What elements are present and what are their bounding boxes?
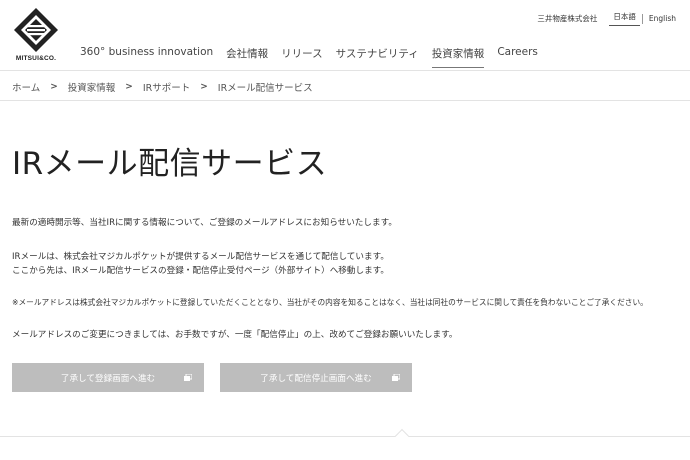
register-button-label: 了承して登録画面へ進む	[60, 373, 156, 384]
nav-item-investors[interactable]: 投資家情報	[431, 46, 485, 68]
service-text-line2: ここから先は、IRメール配信サービスの登録・配信停止受付ページ（外部サイト）へ移…	[12, 266, 390, 276]
breadcrumb: ホーム > 投資家情報 > IRサポート > IRメール配信サービス	[12, 80, 313, 94]
disclaimer-note: ※メールアドレスは株式会社マジカルポケットに登録していただくこととなり、当社がそ…	[12, 298, 648, 307]
utility-nav: 三井物産株式会社 日本語 English	[537, 11, 680, 26]
header-divider	[0, 70, 690, 71]
global-nav: 360° business innovation 会社情報 リリース サステナビ…	[80, 46, 551, 68]
breadcrumb-divider	[0, 100, 690, 101]
logo-text: MITSUI&CO.	[15, 55, 57, 62]
mitsui-logo[interactable]: MITSUI&CO.	[12, 6, 60, 64]
breadcrumb-home[interactable]: ホーム	[12, 80, 40, 94]
breadcrumb-investors[interactable]: 投資家情報	[68, 80, 116, 94]
external-link-icon	[184, 374, 192, 381]
lang-english[interactable]: English	[645, 14, 680, 23]
unsubscribe-button-label: 了承して配信停止画面へ進む	[260, 373, 372, 384]
nav-item-careers[interactable]: Careers	[497, 46, 538, 68]
footer-divider-notch	[394, 428, 410, 444]
service-text-line1: IRメールは、株式会社マジカルポケットが提供するメール配信サービスを通じて配信し…	[12, 252, 389, 262]
register-button[interactable]: 了承して登録画面へ進む	[12, 363, 204, 392]
external-link-icon	[392, 374, 400, 381]
unsubscribe-button[interactable]: 了承して配信停止画面へ進む	[220, 363, 412, 392]
logo-mark-icon	[14, 8, 58, 52]
page-title: IRメール配信サービス	[12, 146, 328, 182]
footer-divider	[0, 436, 690, 437]
corporate-name[interactable]: 三井物産株式会社	[537, 13, 597, 24]
breadcrumb-separator-icon: >	[125, 82, 133, 92]
breadcrumb-current: IRメール配信サービス	[217, 83, 313, 94]
nav-item-release[interactable]: リリース	[281, 46, 322, 68]
address-change-text: メールアドレスのご変更につきましては、お手数ですが、一度「配信停止」の上、改めて…	[12, 330, 458, 340]
nav-item-business-innovation[interactable]: 360° business innovation	[80, 46, 213, 68]
breadcrumb-separator-icon: >	[50, 82, 58, 92]
intro-text: 最新の適時開示等、当社IRに関する情報について、ご登録のメールアドレスにお知らせ…	[12, 218, 397, 228]
breadcrumb-separator-icon: >	[200, 82, 208, 92]
breadcrumb-ir-support[interactable]: IRサポート	[143, 80, 190, 94]
nav-item-company[interactable]: 会社情報	[226, 46, 268, 68]
nav-item-sustainability[interactable]: サステナビリティ	[336, 46, 419, 68]
lang-divider	[641, 13, 643, 24]
lang-japanese[interactable]: 日本語	[609, 11, 640, 26]
